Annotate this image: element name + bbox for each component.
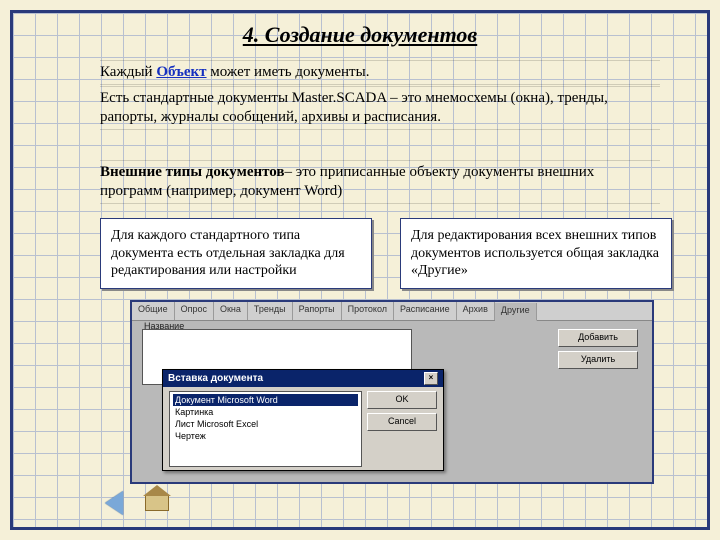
text: Каждый [100,64,156,80]
tab-bar: Общие Опрос Окна Тренды Рапорты Протокол… [132,302,652,321]
dialog-title-text: Вставка документа [168,373,263,384]
cancel-button[interactable]: Cancel [367,413,437,431]
dialog-buttons: OK Cancel [367,391,437,435]
tab-poll[interactable]: Опрос [175,302,214,320]
dialog-body: Документ Microsoft Word Картинка Лист Mi… [163,387,443,477]
delete-button[interactable]: Удалить [558,351,638,369]
tab-protocol[interactable]: Протокол [342,302,394,320]
dialog-list[interactable]: Документ Microsoft Word Картинка Лист Mi… [169,391,362,467]
side-buttons: Добавить Удалить [558,329,638,373]
list-item[interactable]: Чертеж [173,430,358,442]
list-item[interactable]: Документ Microsoft Word [173,394,358,406]
list-item[interactable]: Лист Microsoft Excel [173,418,358,430]
paragraph-1: Каждый Объект может иметь документы. [100,60,660,85]
paragraph-3: Внешние типы документов– это приписанные… [100,160,660,204]
text-bold: Внешние типы документов [100,164,285,180]
tab-other[interactable]: Другие [495,303,537,321]
paragraph-2: Есть стандартные документы Master.SCADA … [100,86,660,130]
object-link[interactable]: Объект [156,64,206,80]
close-icon[interactable]: × [424,372,438,385]
dialog-titlebar: Вставка документа × [163,370,443,387]
tab-trends[interactable]: Тренды [248,302,293,320]
ok-button[interactable]: OK [367,391,437,409]
text: может иметь документы. [207,64,370,80]
tab-reports[interactable]: Рапорты [293,302,342,320]
tab-windows[interactable]: Окна [214,302,248,320]
insert-document-dialog: Вставка документа × Документ Microsoft W… [162,369,444,471]
tab-general[interactable]: Общие [132,302,175,320]
page-title: 4. Создание документов [0,22,720,48]
tab-schedule[interactable]: Расписание [394,302,457,320]
app-body: Название Добавить Удалить Вставка докуме… [132,321,652,483]
home-icon[interactable] [145,495,169,511]
callout-left: Для каждого стандартного типа документа … [100,218,372,289]
tab-archive[interactable]: Архив [457,302,495,320]
list-item[interactable]: Картинка [173,406,358,418]
app-window: Общие Опрос Окна Тренды Рапорты Протокол… [130,300,654,484]
callout-right: Для редактирования всех внешних типов до… [400,218,672,289]
add-button[interactable]: Добавить [558,329,638,347]
nav-icons [105,491,169,515]
back-icon[interactable] [105,491,123,515]
